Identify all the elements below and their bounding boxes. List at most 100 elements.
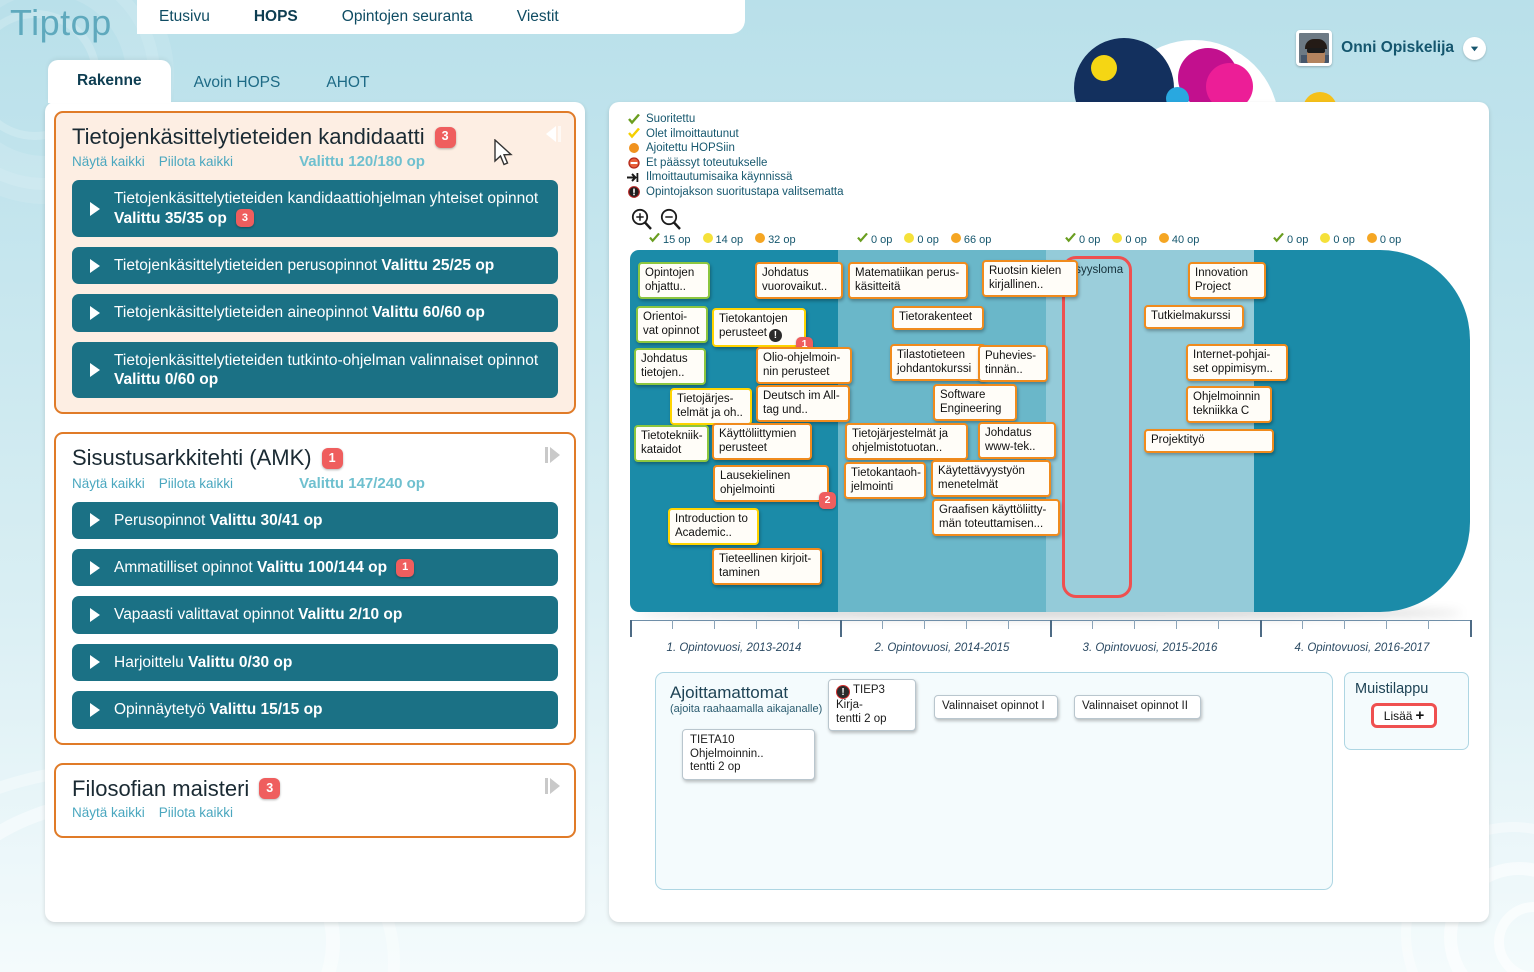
module-credits: Valittu 35/35 op bbox=[114, 209, 227, 227]
chevron-down-icon[interactable] bbox=[1463, 36, 1486, 60]
module-row[interactable]: Perusopinnot Valittu 30/41 op bbox=[72, 501, 558, 539]
module-row[interactable]: Ammatilliset opinnot Valittu 100/144 op 1 bbox=[72, 549, 558, 587]
show-all-link[interactable]: Näytä kaikki bbox=[72, 154, 145, 169]
course-label: Tutkielmakurssi bbox=[1151, 310, 1231, 322]
module-row[interactable]: Tietojenkäsittelytieteiden tutkinto-ohje… bbox=[72, 341, 558, 399]
course-box[interactable]: Tietokantaoh- jelmointi bbox=[844, 462, 926, 499]
module-credits: Valittu 25/25 op bbox=[381, 256, 495, 274]
course-box[interactable]: Graafisen käyttöliitty- män toteuttamise… bbox=[932, 499, 1060, 536]
course-label: Innovation Project bbox=[1195, 267, 1249, 293]
leave-block[interactable]: Isyysloma bbox=[1062, 256, 1132, 598]
course-box[interactable]: Projektityö bbox=[1144, 429, 1274, 453]
tab-rakenne[interactable]: Rakenne bbox=[48, 60, 171, 103]
course-box[interactable]: Matematiikan perus- käsitteitä bbox=[848, 262, 968, 299]
timeline-axis: 1. Opintovuosi, 2013-2014 2. Opintovuosi,… bbox=[630, 620, 1472, 670]
course-box[interactable]: Orientoi- vat opinnot bbox=[636, 306, 708, 343]
course-box[interactable]: Tietotekniik- kataidot bbox=[634, 425, 709, 462]
unscheduled-course-box[interactable]: Valinnaiset opinnot II bbox=[1074, 695, 1201, 719]
course-box[interactable]: Tieteellinen kirjoit- taminen bbox=[712, 548, 822, 585]
course-box[interactable]: Käyttöliittymien perusteet bbox=[712, 423, 812, 460]
nav-item-hops[interactable]: HOPS bbox=[232, 0, 320, 34]
module-row[interactable]: Opinnäytetyö Valittu 15/15 op bbox=[72, 691, 558, 729]
module-row[interactable]: Tietojenkäsittelytieteiden kandidaattioh… bbox=[72, 180, 558, 237]
unscheduled-course-box[interactable]: ! TIEP3 Kirja- tentti 2 op bbox=[828, 679, 916, 731]
tab-ahot[interactable]: AHOT bbox=[303, 64, 392, 103]
credit-value: 40 op bbox=[1171, 233, 1200, 246]
module-label: Perusopinnot bbox=[114, 511, 210, 529]
course-box[interactable]: Innovation Project bbox=[1188, 262, 1266, 299]
expand-right-icon[interactable] bbox=[540, 775, 566, 797]
tab-avoin-hops[interactable]: Avoin HOPS bbox=[171, 64, 304, 103]
zoom-in-icon[interactable] bbox=[629, 207, 655, 233]
credit-value: 14 op bbox=[715, 233, 744, 246]
module-row[interactable]: Harjoittelu Valittu 0/30 op bbox=[72, 643, 558, 682]
add-note-button[interactable]: Lisää + bbox=[1371, 703, 1437, 728]
unscheduled-course-box[interactable]: TIETA10 Ohjelmoinnin.. tentti 2 op bbox=[682, 729, 815, 780]
credit-item: 0 op bbox=[904, 233, 939, 246]
degree-title-text: Filosofian maisteri bbox=[72, 775, 250, 801]
course-box[interactable]: Tietorakenteet bbox=[892, 306, 984, 330]
degree-title: Tietojenkäsittelytieteiden kandidaatti 3 bbox=[72, 124, 558, 149]
course-box[interactable]: Lausekielinen ohjelmointi 2 bbox=[713, 465, 836, 509]
app-logo[interactable]: Tiptop bbox=[10, 2, 112, 44]
axis-tick-minor bbox=[966, 620, 967, 629]
course-box[interactable]: Tilastotieteen johdantokurssi bbox=[890, 344, 986, 381]
course-label: Graafisen käyttöliitty- män toteuttamise… bbox=[939, 504, 1047, 530]
module-badge: 3 bbox=[235, 209, 254, 228]
show-all-link[interactable]: Näytä kaikki bbox=[72, 805, 145, 820]
axis-tick-minor bbox=[756, 620, 757, 629]
course-label: Tietotekniik- kataidot bbox=[641, 430, 703, 456]
degree-card-sisustusarkkitehti[interactable]: Sisustusarkkitehti (AMK) 1 Näytä kaikki … bbox=[54, 432, 576, 745]
module-row[interactable]: Tietojenkäsittelytieteiden aineopinnot V… bbox=[72, 294, 558, 332]
nav-item-viestit[interactable]: Viestit bbox=[495, 0, 581, 34]
course-box[interactable]: Johdatus vuorovaikut.. bbox=[755, 262, 843, 299]
module-label: Vapaasti valittavat opinnot bbox=[114, 606, 299, 624]
unscheduled-course-box[interactable]: Valinnaiset opinnot I bbox=[934, 695, 1058, 719]
axis-tick-minor bbox=[1008, 620, 1009, 629]
expand-right-icon[interactable] bbox=[540, 444, 566, 466]
show-all-link[interactable]: Näytä kaikki bbox=[72, 476, 145, 491]
degree-card-filosofian-maisteri[interactable]: Filosofian maisteri 3 Näytä kaikki Piilo… bbox=[54, 762, 576, 838]
course-box[interactable]: Olio-ohjelmoin- nin perusteet bbox=[756, 347, 852, 384]
dot-yellow-icon bbox=[904, 233, 915, 246]
course-label: Johdatus www-tek.. bbox=[985, 427, 1036, 453]
course-box[interactable]: Opintojen ohjattu.. bbox=[638, 262, 710, 299]
nav-item-opintojen-seuranta[interactable]: Opintojen seuranta bbox=[320, 0, 495, 34]
module-row[interactable]: Vapaasti valittavat opinnot Valittu 2/10… bbox=[72, 596, 558, 634]
course-box[interactable]: Ohjelmoinnin tekniikka C bbox=[1186, 386, 1272, 423]
course-box[interactable]: Käytettävyystyön menetelmät bbox=[931, 460, 1051, 497]
zoom-out-icon[interactable] bbox=[658, 207, 684, 233]
course-label: Tietojärjes- telmät ja oh.. bbox=[677, 393, 743, 419]
legend: Suoritettu Olet ilmoittautunut Ajoitettu… bbox=[627, 112, 844, 199]
course-box[interactable]: Introduction to Academic.. bbox=[668, 508, 759, 545]
module-row[interactable]: Tietojenkäsittelytieteiden perusopinnot … bbox=[72, 246, 558, 285]
hide-all-link[interactable]: Piilota kaikki bbox=[159, 805, 233, 820]
course-box[interactable]: Johdatus tietojen.. bbox=[634, 348, 706, 385]
course-box[interactable]: Deutsch im All- tag und.. bbox=[756, 385, 850, 422]
hide-all-link[interactable]: Piilota kaikki bbox=[159, 476, 233, 491]
course-box[interactable]: Ruotsin kielen kirjallinen.. bbox=[982, 260, 1078, 297]
course-label: Käytettävyystyön menetelmät bbox=[938, 465, 1025, 491]
course-box[interactable]: Software Engineering bbox=[933, 384, 1017, 421]
legend-label: Et päässyt toteutukselle bbox=[646, 156, 768, 169]
course-box[interactable]: Internet-pohjai- set oppimisym.. bbox=[1186, 344, 1288, 381]
course-box[interactable]: Tutkielmakurssi bbox=[1144, 305, 1244, 329]
axis-tick-major bbox=[840, 620, 842, 637]
course-box[interactable]: Tietojärjestelmät ja ohjelmistotuotan.. bbox=[845, 423, 968, 460]
user-menu[interactable]: Onni Opiskelija bbox=[1296, 30, 1486, 66]
check-green-icon bbox=[1273, 232, 1284, 246]
course-label: Käyttöliittymien perusteet bbox=[719, 428, 797, 454]
nav-item-etusivu[interactable]: Etusivu bbox=[137, 0, 232, 34]
collapse-left-icon[interactable] bbox=[540, 123, 566, 145]
credit-item: 0 op bbox=[1320, 233, 1355, 246]
course-box[interactable]: Johdatus www-tek.. bbox=[978, 422, 1056, 459]
credit-value: 66 op bbox=[963, 233, 992, 246]
unscheduled-panel: Ajoittamattomat (ajoita raahaamalla aika… bbox=[655, 672, 1333, 890]
hide-all-link[interactable]: Piilota kaikki bbox=[159, 154, 233, 169]
axis-tick-minor bbox=[1344, 620, 1345, 629]
avatar[interactable] bbox=[1296, 30, 1333, 66]
course-box[interactable]: Tietojärjes- telmät ja oh.. bbox=[670, 388, 752, 425]
course-box[interactable]: Puhevies- tinnän.. bbox=[978, 345, 1048, 382]
check-green-icon bbox=[857, 232, 868, 246]
course-box[interactable]: Tietokantojen perusteet! 1 bbox=[712, 308, 813, 354]
